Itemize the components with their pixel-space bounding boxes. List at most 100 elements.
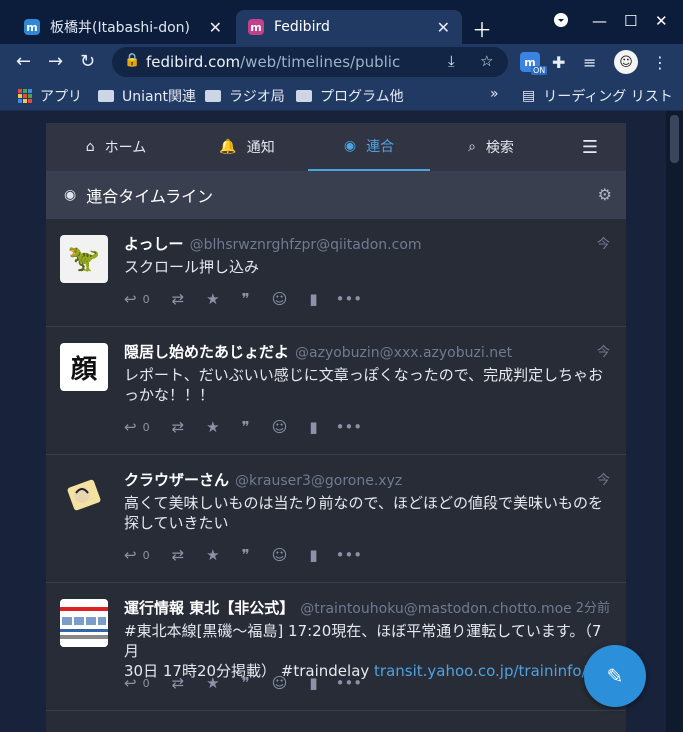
reply-button[interactable]: ↩ 0 [124, 290, 150, 308]
account-handle: @azyobuzin@xxx.azyobuzi.net [295, 345, 513, 361]
bookmark-folder-radio[interactable]: ラジオ局 [205, 86, 285, 106]
display-name[interactable]: よっしー @blhsrwznrghfzpr@qiitadon.com [124, 233, 422, 254]
status-item[interactable]: 🦖 よっしー @blhsrwznrghfzpr@qiitadon.com 今 スク… [46, 219, 626, 327]
pencil-icon: ✎ [606, 664, 624, 688]
close-tab-icon[interactable]: ✕ [437, 18, 450, 37]
column-header[interactable]: ◉ 連合タイムライン ⚙ [46, 171, 626, 219]
boost-icon[interactable]: ⇄ [172, 418, 185, 436]
maximize-icon[interactable]: ☐ [624, 12, 637, 30]
browser-toolbar: ← → ↻ 🔒 fedibird.com/web/timelines/publi… [0, 44, 683, 80]
more-options-icon[interactable]: ••• [336, 674, 363, 692]
tab-home[interactable]: ⌂ ホーム [46, 123, 186, 171]
minimize-icon[interactable]: — [592, 12, 607, 30]
browser-menu-icon[interactable]: ⋮ [652, 53, 668, 72]
quote-icon[interactable]: ❞ [242, 290, 250, 308]
display-name[interactable]: クラウザーさん @krauser3@gorone.xyz [124, 469, 402, 490]
display-name[interactable]: 隠居し始めたあじょだよ @azyobuzin@xxx.azyobuzi.net [124, 341, 512, 362]
address-bar[interactable]: 🔒 fedibird.com/web/timelines/public ⤓ ☆ [112, 47, 508, 77]
emoji-reaction-icon[interactable]: ☺ [272, 418, 288, 436]
bookmarks-bar: アプリ Uniant関連 ラジオ局 プログラム他 » ▤ リーディング リスト [0, 80, 683, 111]
close-window-icon[interactable]: ✕ [655, 12, 668, 30]
emoji-reaction-icon[interactable]: ☺ [272, 674, 288, 692]
more-bookmarks-icon[interactable]: » [490, 86, 499, 102]
new-tab-icon[interactable]: ＋ [472, 14, 492, 43]
avatar[interactable] [60, 599, 108, 647]
puzzle-extensions-icon[interactable]: ✚ [552, 53, 565, 72]
status-item[interactable]: 顔 隠居し始めたあじょだよ @azyobuzin@xxx.azyobuzi.net… [46, 327, 626, 455]
account-handle: @krauser3@gorone.xyz [235, 473, 403, 489]
bookmark-folder-uniant[interactable]: Uniant関連 [98, 86, 196, 106]
status-link[interactable]: transit.yahoo.co.jp/traininfo/… [374, 662, 602, 680]
media-queue-icon[interactable]: ≡ [583, 53, 596, 72]
more-options-icon[interactable]: ••• [336, 418, 363, 436]
reading-list[interactable]: ▤ リーディング リスト [522, 86, 673, 106]
reply-button[interactable]: ↩ 0 [124, 546, 150, 564]
reload-icon[interactable]: ↻ [80, 51, 95, 72]
status-item[interactable]: クラウザーさん @krauser3@gorone.xyz 今 高くて美味しいものは… [46, 455, 626, 583]
tab-title: Fedibird [274, 19, 330, 35]
boost-icon[interactable]: ⇄ [172, 290, 185, 308]
timestamp[interactable]: 今 [597, 469, 610, 488]
bookmark-icon[interactable]: ▮ [309, 418, 317, 436]
quote-icon[interactable]: ❞ [242, 418, 250, 436]
reply-icon: ↩ [124, 418, 137, 436]
quote-icon[interactable]: ❞ [242, 674, 250, 692]
web-page: ⌂ ホーム 🔔 通知 ◉ 連合 ⌕ 検索 ☰ ◉ 連合タイムライン ⚙ 🦖 よっ… [0, 111, 683, 732]
column-title: 連合タイムライン [86, 187, 214, 206]
more-options-icon[interactable]: ••• [336, 546, 363, 564]
status-actions: ↩ 0 ⇄ ★ ❞ ☺ ▮ ••• [124, 545, 362, 565]
display-name[interactable]: 運行情報 東北【非公式】 @traintouhoku@mastodon.chott… [124, 597, 572, 618]
scrollbar-thumb[interactable] [670, 115, 679, 163]
column-nav-tabs: ⌂ ホーム 🔔 通知 ◉ 連合 ⌕ 検索 ☰ [46, 123, 626, 171]
bookmark-icon[interactable]: ▮ [309, 674, 317, 692]
compose-button[interactable]: ✎ [584, 645, 646, 707]
browser-tab-fedibird[interactable]: m Fedibird ✕ [236, 10, 462, 44]
reply-count: 0 [142, 548, 150, 562]
quote-icon[interactable]: ❞ [242, 546, 250, 564]
back-arrow-icon[interactable]: ← [16, 51, 31, 72]
emoji-reaction-icon[interactable]: ☺ [272, 290, 288, 308]
avatar[interactable]: 🦖 [60, 235, 108, 283]
mastodon-favicon-icon: m [24, 19, 40, 35]
tab-federated[interactable]: ◉ 連合 [308, 123, 430, 171]
timestamp[interactable]: 今 [597, 233, 610, 252]
boost-icon[interactable]: ⇄ [172, 546, 185, 564]
favourite-star-icon[interactable]: ★ [206, 418, 219, 436]
favourite-star-icon[interactable]: ★ [206, 674, 219, 692]
emoji-reaction-icon[interactable]: ☺ [272, 546, 288, 564]
bookmark-star-icon[interactable]: ☆ [480, 52, 493, 70]
bookmark-icon[interactable]: ▮ [309, 546, 317, 564]
timestamp[interactable]: 今 [597, 341, 610, 360]
favourite-star-icon[interactable]: ★ [206, 290, 219, 308]
more-options-icon[interactable]: ••• [336, 290, 363, 308]
column-settings-icon[interactable]: ⚙ [598, 185, 612, 204]
favourite-star-icon[interactable]: ★ [206, 546, 219, 564]
reply-button[interactable]: ↩ 0 [124, 674, 150, 692]
bookmark-apps[interactable]: アプリ [18, 86, 82, 106]
reply-button[interactable]: ↩ 0 [124, 418, 150, 436]
bookmark-folder-programs[interactable]: プログラム他 [296, 86, 404, 106]
tab-notifications[interactable]: 🔔 通知 [186, 123, 308, 171]
boost-icon[interactable]: ⇄ [172, 674, 185, 692]
timestamp[interactable]: 2分前 [576, 597, 610, 616]
tab-search[interactable]: ⌕ 検索 [430, 123, 552, 171]
status-content: スクロール押し込み [124, 258, 260, 276]
forward-arrow-icon[interactable]: → [48, 51, 63, 72]
status-content: 高くて美味しいものは当たり前なので、ほどほどの値段で美味いものを 探していきたい [124, 494, 603, 532]
reply-icon: ↩ [124, 674, 137, 692]
page-scrollbar[interactable] [666, 111, 683, 732]
avatar[interactable]: 顔 [60, 343, 108, 391]
install-app-icon[interactable]: ⤓ [448, 52, 455, 70]
close-tab-icon[interactable]: ✕ [209, 18, 222, 37]
folder-icon [98, 90, 114, 102]
browser-tabstrip: m 板橋丼(Itabashi-don) ✕ m Fedibird ✕ ＋ — ☐… [0, 0, 683, 44]
hamburger-menu-icon[interactable]: ☰ [562, 123, 618, 171]
reply-count: 0 [142, 292, 150, 306]
browser-tab-itabashi[interactable]: m 板橋丼(Itabashi-don) ✕ [12, 10, 234, 44]
url-text: fedibird.com/web/timelines/public [146, 53, 401, 71]
tab-search-icon[interactable] [553, 12, 569, 32]
avatar[interactable] [60, 471, 108, 519]
status-item[interactable]: 運行情報 東北【非公式】 @traintouhoku@mastodon.chott… [46, 583, 626, 711]
bookmark-icon[interactable]: ▮ [309, 290, 317, 308]
profile-avatar-icon[interactable]: ☺ [614, 50, 638, 74]
